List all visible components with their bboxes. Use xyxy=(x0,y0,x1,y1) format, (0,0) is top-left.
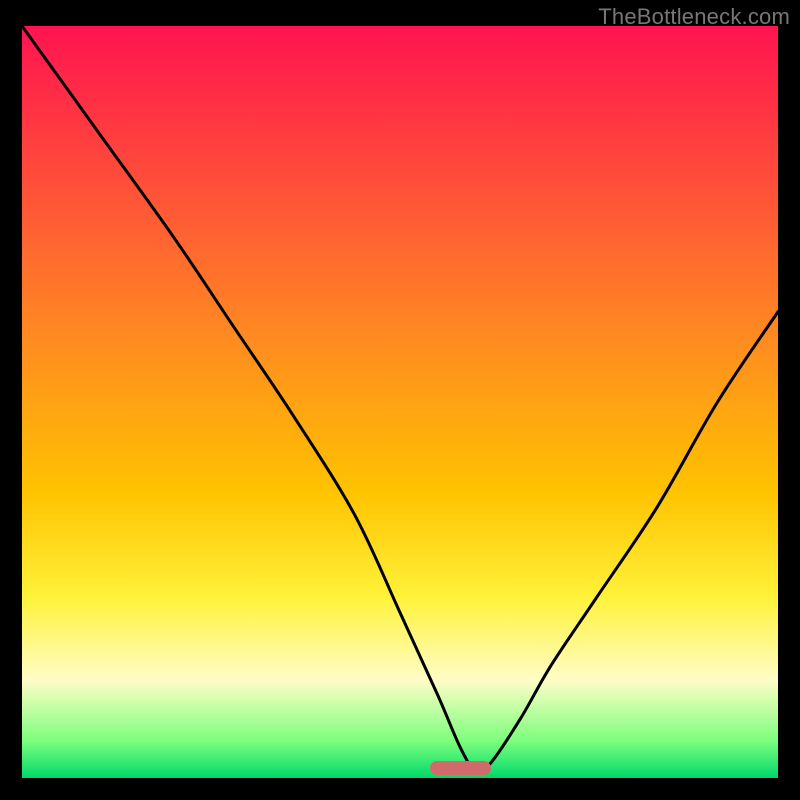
curve-line xyxy=(22,26,778,772)
bottleneck-marker xyxy=(430,761,490,775)
bottleneck-curve xyxy=(22,26,778,778)
bottleneck-plot xyxy=(22,26,778,778)
watermark: TheBottleneck.com xyxy=(598,4,790,30)
